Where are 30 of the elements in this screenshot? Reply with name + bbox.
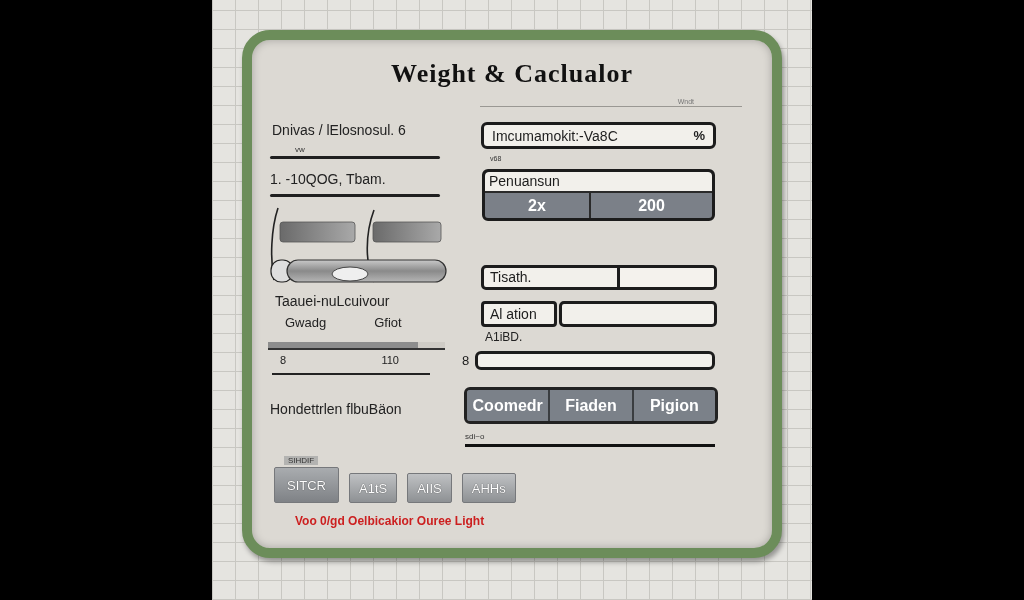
warning-text: Voo 0/gd Oelbicakior Ouree Light xyxy=(295,514,485,528)
window-title: Weight & Caclualor xyxy=(391,60,633,88)
note-text: A1iBD. xyxy=(485,330,523,344)
slider-track[interactable] xyxy=(268,342,445,350)
keypad-key[interactable]: A1tS xyxy=(349,473,398,503)
slider-caption: Gwadg xyxy=(285,315,327,330)
hint-text: vw xyxy=(295,145,305,154)
slider-label: Taauei-nuLcuivour xyxy=(275,293,390,309)
keypad-key[interactable]: AHHs xyxy=(461,473,516,503)
unit-label: % xyxy=(693,128,705,143)
stepper-button[interactable]: 200 xyxy=(591,193,712,218)
keypad-key[interactable]: AIIS xyxy=(407,473,452,503)
field-label: Dnivas / lElosnosul. 6 xyxy=(272,122,406,138)
field-value: Imcumamokit:-Va8C xyxy=(492,127,618,144)
segment-button[interactable]: Pigion xyxy=(631,390,715,421)
keypad-caption: SIHDIF xyxy=(284,456,319,465)
input-field[interactable] xyxy=(475,351,716,370)
field-label: 8 xyxy=(462,353,470,368)
field-label: 1. -10QOG, Tbam. xyxy=(270,171,386,187)
section-label: Hondettrlen flbuBäon xyxy=(270,401,402,417)
keypad-key[interactable]: SITCR xyxy=(274,467,339,503)
slider-caption: Gfiot xyxy=(374,315,402,330)
input-field[interactable]: Penuansun xyxy=(485,172,712,191)
scale-label: 110 xyxy=(381,354,399,367)
field-label: Al ation xyxy=(481,301,557,327)
stepper-button[interactable]: 2x xyxy=(485,193,589,218)
input-field[interactable] xyxy=(559,301,717,327)
rule-caption: sdi~o xyxy=(465,432,485,441)
input-field[interactable]: Imcumamokit:-Va8C % xyxy=(481,122,716,149)
scale-label: 8 xyxy=(280,354,287,367)
